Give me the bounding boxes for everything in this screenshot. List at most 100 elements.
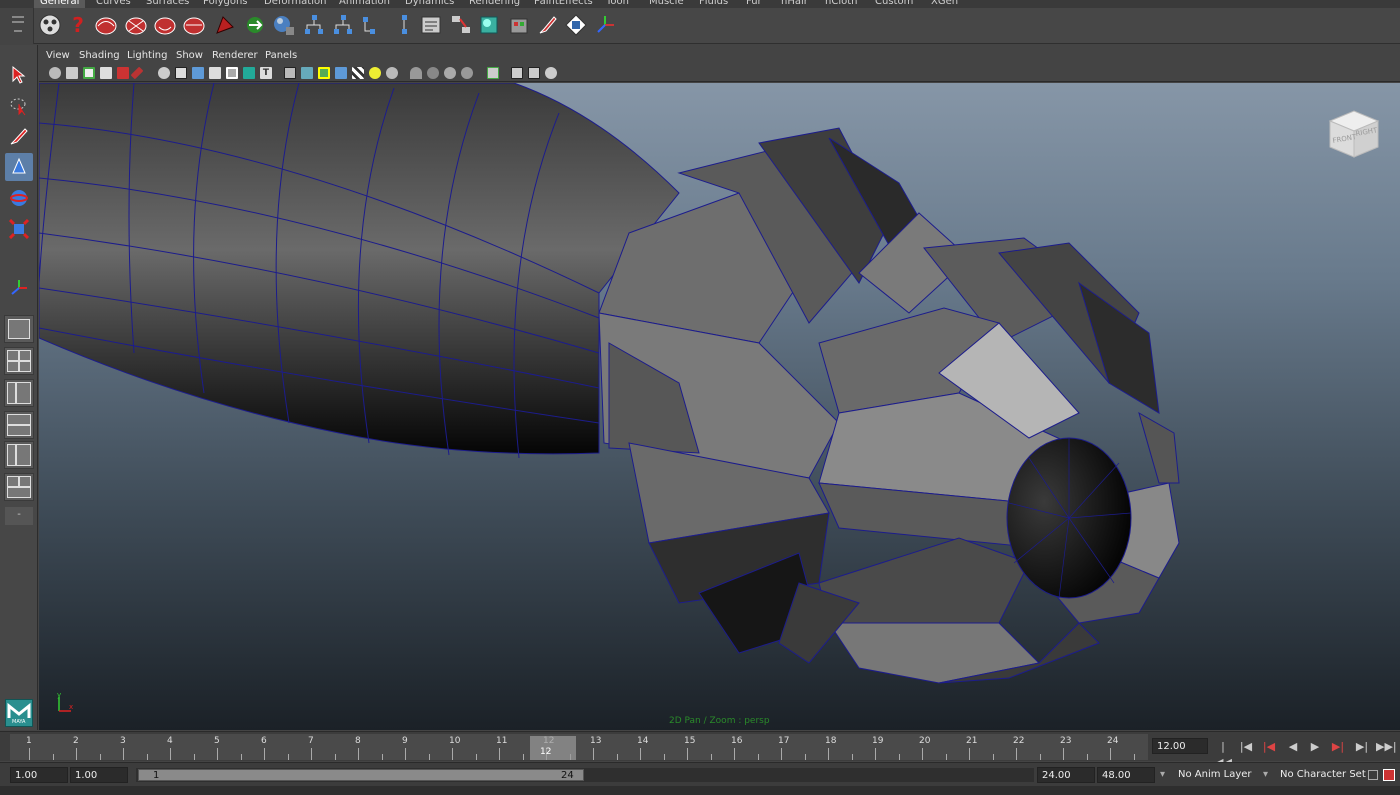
render-cube-icon[interactable] bbox=[475, 11, 503, 39]
move-axes-icon[interactable] bbox=[591, 11, 619, 39]
textured-icon[interactable] bbox=[335, 67, 347, 79]
xray-components-icon[interactable] bbox=[545, 67, 557, 79]
shelf-tab-polygons[interactable]: Polygons bbox=[197, 0, 254, 8]
step-back-key-icon[interactable]: |◀ bbox=[1238, 739, 1254, 755]
hierarchy-outline-icon[interactable] bbox=[388, 11, 416, 39]
current-frame-marker[interactable] bbox=[530, 736, 576, 760]
resolution-gate-icon[interactable] bbox=[192, 67, 204, 79]
2d-pan-zoom-icon[interactable] bbox=[117, 67, 129, 79]
gate-mask-icon[interactable] bbox=[209, 67, 221, 79]
use-all-lights-icon[interactable] bbox=[369, 67, 381, 79]
connections-icon[interactable] bbox=[447, 11, 475, 39]
film-gate-icon[interactable] bbox=[175, 67, 187, 79]
xray-icon[interactable] bbox=[511, 67, 523, 79]
panel-menu-shading[interactable]: Shading bbox=[79, 50, 120, 61]
shelf-tab-surfaces[interactable]: Surfaces bbox=[140, 0, 195, 8]
xray-joints-icon[interactable] bbox=[528, 67, 540, 79]
outliner-persp-layout[interactable] bbox=[4, 379, 34, 407]
shelf-tab-general[interactable]: General bbox=[34, 0, 86, 8]
ao-icon[interactable] bbox=[427, 67, 439, 79]
shelf-menu-grip[interactable] bbox=[0, 8, 34, 44]
current-time-field[interactable]: 12.00 bbox=[1152, 738, 1208, 754]
hierarchy-icon[interactable] bbox=[300, 11, 328, 39]
shelf-tab-fur[interactable]: Fur bbox=[740, 0, 768, 8]
image-plane-icon[interactable] bbox=[100, 67, 112, 79]
shelf-tab-toon[interactable]: Toon bbox=[600, 0, 635, 8]
brain-scribble-icon[interactable] bbox=[122, 11, 150, 39]
wireframe-icon[interactable] bbox=[284, 67, 296, 79]
select-camera-icon[interactable] bbox=[49, 67, 61, 79]
graph-outliner-layout[interactable] bbox=[4, 473, 34, 501]
character-set-dropdown[interactable]: No Character Set bbox=[1280, 767, 1366, 783]
safe-title-icon[interactable]: T bbox=[260, 67, 272, 79]
attribute-editor-icon[interactable] bbox=[417, 11, 445, 39]
time-ruler[interactable]: 1234567891011121314151617181920212223241… bbox=[10, 734, 1148, 760]
panel-menu-renderer[interactable]: Renderer bbox=[212, 50, 258, 61]
rotate-tool-icon[interactable] bbox=[5, 184, 33, 212]
go-to-start-icon[interactable]: |◀◀ bbox=[1215, 739, 1232, 769]
safe-action-icon[interactable] bbox=[243, 67, 255, 79]
animation-start-field[interactable]: 1.00 bbox=[10, 767, 68, 783]
checker-icon[interactable] bbox=[352, 67, 364, 79]
hierarchy-alt-icon[interactable] bbox=[329, 11, 357, 39]
animation-end-field[interactable]: 48.00 bbox=[1097, 767, 1155, 783]
hierarchy-down-icon[interactable] bbox=[358, 11, 386, 39]
panel-menu-view[interactable]: View bbox=[46, 50, 70, 61]
panel-menu-show[interactable]: Show bbox=[176, 50, 203, 61]
shelf-tab-xgen[interactable]: XGen bbox=[925, 0, 964, 8]
playback-start-field[interactable]: 1.00 bbox=[70, 767, 128, 783]
play-forward-icon[interactable]: ▶ bbox=[1307, 739, 1323, 755]
paint-brush-icon[interactable] bbox=[534, 11, 562, 39]
smooth-shade-icon[interactable] bbox=[301, 67, 313, 79]
brain-alt-icon[interactable] bbox=[151, 11, 179, 39]
green-arrow-icon[interactable] bbox=[241, 11, 269, 39]
graph-persp-layout[interactable] bbox=[4, 411, 34, 439]
hypershade-layout[interactable] bbox=[4, 441, 34, 469]
film-reel-icon[interactable] bbox=[36, 11, 64, 39]
maya-logo[interactable]: MAYA bbox=[5, 699, 33, 727]
scale-tool-icon[interactable] bbox=[5, 215, 33, 243]
manipulator-icon[interactable] bbox=[5, 274, 33, 302]
move-tool-icon[interactable] bbox=[5, 153, 33, 181]
key-icon[interactable] bbox=[1368, 770, 1378, 780]
shelf-tab-custom[interactable]: Custom bbox=[869, 0, 919, 8]
anim-layer-dropdown-arrow[interactable]: ▾ bbox=[1160, 767, 1165, 783]
auto-key-icon[interactable] bbox=[1383, 769, 1395, 781]
step-back-frame-icon[interactable]: |◀ bbox=[1261, 739, 1277, 755]
hypershade-icon[interactable] bbox=[562, 11, 590, 39]
four-view-layout[interactable] bbox=[4, 347, 34, 375]
step-forward-key-icon[interactable]: ▶| bbox=[1354, 739, 1370, 755]
panel-menu-lighting[interactable]: Lighting bbox=[127, 50, 167, 61]
play-back-icon[interactable]: ◀ bbox=[1285, 739, 1301, 755]
shelf-tab-muscle[interactable]: Muscle bbox=[643, 0, 690, 8]
paint-select-icon[interactable] bbox=[5, 122, 33, 150]
lasso-tool-icon[interactable] bbox=[5, 92, 33, 120]
grease-pencil-icon[interactable] bbox=[130, 66, 144, 80]
shelf-tab-rendering[interactable]: Rendering bbox=[463, 0, 526, 8]
multisample-icon[interactable] bbox=[461, 67, 473, 79]
toolbox-collapse-button[interactable]: - bbox=[5, 507, 33, 525]
hud-icon[interactable] bbox=[410, 67, 422, 79]
motion-blur-icon[interactable] bbox=[444, 67, 456, 79]
shelf-tab-ncloth[interactable]: nCloth bbox=[819, 0, 863, 8]
single-perspective-layout[interactable] bbox=[4, 315, 34, 343]
shelf-tab-nhair[interactable]: nHair bbox=[775, 0, 814, 8]
bookmark-icon[interactable] bbox=[83, 67, 95, 79]
playback-end-field[interactable]: 24.00 bbox=[1037, 767, 1095, 783]
step-forward-frame-icon[interactable]: ▶| bbox=[1330, 739, 1346, 755]
snap-red-icon[interactable] bbox=[211, 11, 239, 39]
character-set-dropdown-arrow[interactable]: ▾ bbox=[1263, 767, 1268, 783]
help-icon[interactable]: ? bbox=[64, 11, 92, 39]
viewport-3d[interactable]: FRONT RIGHT y x 2D Pan / Zoom : persp bbox=[39, 83, 1400, 730]
select-tool-icon[interactable] bbox=[5, 61, 33, 89]
shelf-tab-curves[interactable]: Curves bbox=[90, 0, 137, 8]
camera-attributes-icon[interactable] bbox=[66, 67, 78, 79]
brain-icon[interactable] bbox=[92, 11, 120, 39]
brain-alt-icon[interactable] bbox=[180, 11, 208, 39]
grid-icon[interactable] bbox=[158, 67, 170, 79]
shelf-tab-dynamics[interactable]: Dynamics bbox=[399, 0, 460, 8]
shelf-tab-fluids[interactable]: Fluids bbox=[693, 0, 734, 8]
anim-layer-dropdown[interactable]: No Anim Layer bbox=[1178, 767, 1252, 783]
isolate-select-icon[interactable] bbox=[487, 67, 499, 79]
render-view-icon[interactable] bbox=[505, 11, 533, 39]
